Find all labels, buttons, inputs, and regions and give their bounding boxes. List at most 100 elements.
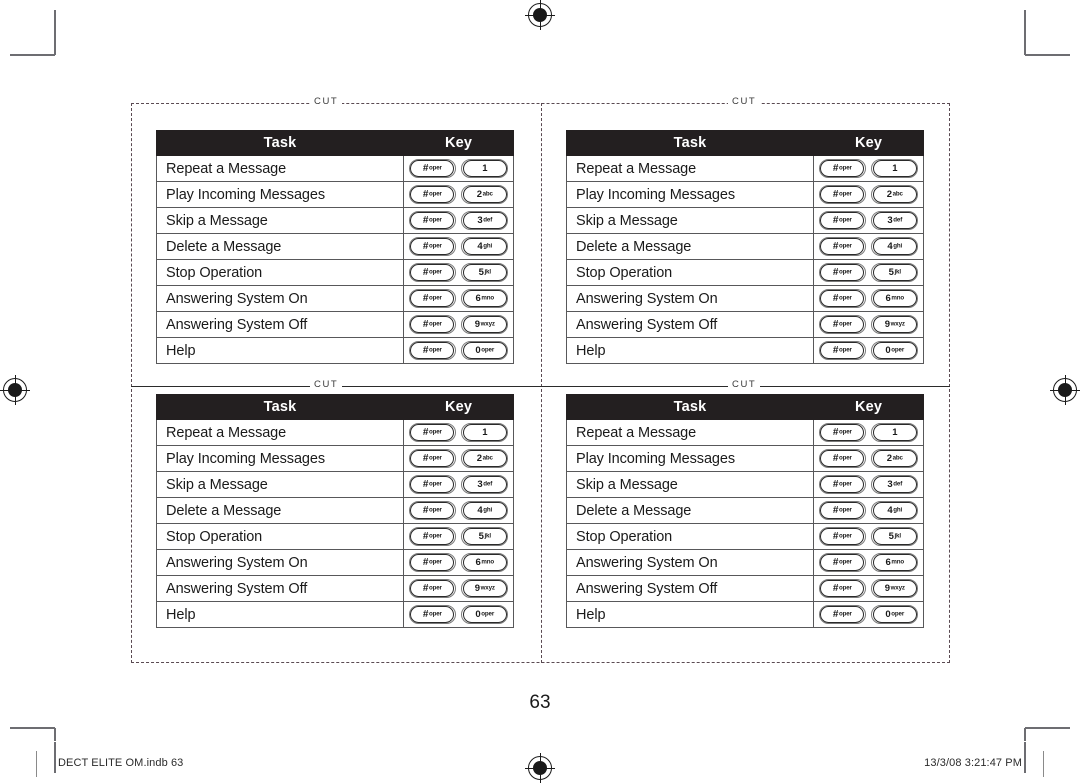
table-row: Play Incoming Messages # oper 2 abc [155,445,514,472]
keypad-key-2-icon[interactable]: 2 abc [871,449,919,468]
key-sequence: # oper 9 wxyz [813,575,924,602]
keypad-key-hash-icon[interactable]: # oper [408,341,456,360]
keypad-key-hash-icon[interactable]: # oper [818,553,866,572]
registration-target-icon-right [1050,375,1080,405]
key-sequence: # oper 5 jkl [813,523,924,550]
task-label: Play Incoming Messages [155,181,405,208]
keypad-key-hash-icon[interactable]: # oper [408,579,456,598]
keypad-key-hash-icon[interactable]: # oper [408,475,456,494]
task-label: Repeat a Message [155,155,405,182]
table-row: Answering System Off # oper 9 wxyz [565,575,924,602]
keypad-key-2-icon[interactable]: 2 abc [461,185,509,204]
keypad-key-hash-icon[interactable]: # oper [408,289,456,308]
keypad-key-4-icon[interactable]: 4 ghi [871,501,919,520]
keypad-key-9-icon[interactable]: 9 wxyz [871,315,919,334]
keypad-key-hash-icon[interactable]: # oper [818,475,866,494]
keypad-key-0-icon[interactable]: 0 oper [871,341,919,360]
keypad-key-hash-icon[interactable]: # oper [408,605,456,624]
keypad-key-hash-icon[interactable]: # oper [408,553,456,572]
column-header-key: Key [403,130,514,156]
keypad-key-glyph: # [832,530,839,542]
keypad-key-hash-icon[interactable]: # oper [408,449,456,468]
keypad-key-6-icon[interactable]: 6 mno [871,289,919,308]
key-sequence: # oper 1 [813,155,924,182]
keypad-key-hash-icon[interactable]: # oper [818,185,866,204]
keypad-key-hash-icon[interactable]: # oper [818,341,866,360]
keypad-key-hash-icon[interactable]: # oper [408,237,456,256]
keypad-key-4-icon[interactable]: 4 ghi [461,501,509,520]
keypad-key-1-icon[interactable]: 1 [461,423,509,442]
keypad-key-9-icon[interactable]: 9 wxyz [871,579,919,598]
keypad-key-hash-icon[interactable]: # oper [818,289,866,308]
keypad-key-3-icon[interactable]: 3 def [461,211,509,230]
keypad-key-1-icon[interactable]: 1 [871,159,919,178]
table-row: Stop Operation # oper 5 jkl [565,259,924,286]
keypad-key-0-icon[interactable]: 0 oper [461,341,509,360]
keypad-key-hash-icon[interactable]: # oper [408,263,456,282]
keypad-key-hash-icon[interactable]: # oper [818,423,866,442]
keypad-key-5-icon[interactable]: 5 jkl [461,263,509,282]
keypad-key-hash-icon[interactable]: # oper [408,423,456,442]
keypad-key-glyph: # [422,582,429,594]
keypad-key-hash-icon[interactable]: # oper [818,315,866,334]
keypad-key-sublabel: oper [838,268,852,276]
keypad-key-hash-icon[interactable]: # oper [818,237,866,256]
keypad-key-glyph: # [422,266,429,278]
key-sequence: # oper 5 jkl [403,523,514,550]
keypad-key-sublabel: jkl [894,268,901,276]
keypad-key-hash-icon[interactable]: # oper [818,501,866,520]
keypad-key-3-icon[interactable]: 3 def [461,475,509,494]
keypad-key-glyph: 6 [475,556,481,568]
keypad-key-3-icon[interactable]: 3 def [871,211,919,230]
keypad-key-0-icon[interactable]: 0 oper [461,605,509,624]
keypad-key-sublabel: oper [428,294,442,302]
keypad-key-9-icon[interactable]: 9 wxyz [461,579,509,598]
table-row: Repeat a Message # oper 1 [155,155,514,182]
keypad-key-sublabel: def [483,480,493,488]
keypad-key-sublabel: oper [428,610,442,618]
keypad-key-glyph: 2 [886,188,892,200]
keypad-key-hash-icon[interactable]: # oper [408,211,456,230]
keypad-key-5-icon[interactable]: 5 jkl [871,263,919,282]
keypad-key-1-icon[interactable]: 1 [461,159,509,178]
keypad-key-hash-icon[interactable]: # oper [818,263,866,282]
keypad-key-5-icon[interactable]: 5 jkl [871,527,919,546]
keypad-key-4-icon[interactable]: 4 ghi [461,237,509,256]
keypad-key-2-icon[interactable]: 2 abc [871,185,919,204]
keypad-key-3-icon[interactable]: 3 def [871,475,919,494]
keypad-key-4-icon[interactable]: 4 ghi [871,237,919,256]
keypad-key-hash-icon[interactable]: # oper [818,211,866,230]
task-label: Answering System On [565,285,815,312]
keypad-key-0-icon[interactable]: 0 oper [871,605,919,624]
table-row: Play Incoming Messages # oper 2 abc [565,445,924,472]
crop-mark-horizontal-line [10,54,55,56]
key-sequence: # oper 2 abc [813,181,924,208]
keypad-key-hash-icon[interactable]: # oper [408,159,456,178]
keypad-key-hash-icon[interactable]: # oper [408,185,456,204]
keypad-key-sublabel: wxyz [890,320,905,328]
keypad-key-hash-icon[interactable]: # oper [818,527,866,546]
keypad-key-hash-icon[interactable]: # oper [818,449,866,468]
keypad-key-hash-icon[interactable]: # oper [818,159,866,178]
keypad-key-sublabel: mno [481,558,495,566]
keypad-key-sublabel: oper [481,346,495,354]
keypad-key-6-icon[interactable]: 6 mno [871,553,919,572]
keypad-key-9-icon[interactable]: 9 wxyz [461,315,509,334]
cut-label-top-left: CUT [310,97,343,107]
keypad-key-hash-icon[interactable]: # oper [818,579,866,598]
keypad-key-6-icon[interactable]: 6 mno [461,289,509,308]
keypad-key-hash-icon[interactable]: # oper [408,501,456,520]
keypad-key-6-icon[interactable]: 6 mno [461,553,509,572]
keypad-key-sublabel: oper [838,558,852,566]
key-sequence: # oper 6 mno [403,549,514,576]
task-label: Delete a Message [565,497,815,524]
keypad-key-1-icon[interactable]: 1 [871,423,919,442]
keypad-key-glyph: # [832,266,839,278]
keypad-key-sublabel: def [893,480,903,488]
keypad-key-hash-icon[interactable]: # oper [818,605,866,624]
keypad-key-hash-icon[interactable]: # oper [408,315,456,334]
keypad-key-2-icon[interactable]: 2 abc [461,449,509,468]
key-sequence: # oper 3 def [813,207,924,234]
keypad-key-hash-icon[interactable]: # oper [408,527,456,546]
keypad-key-5-icon[interactable]: 5 jkl [461,527,509,546]
